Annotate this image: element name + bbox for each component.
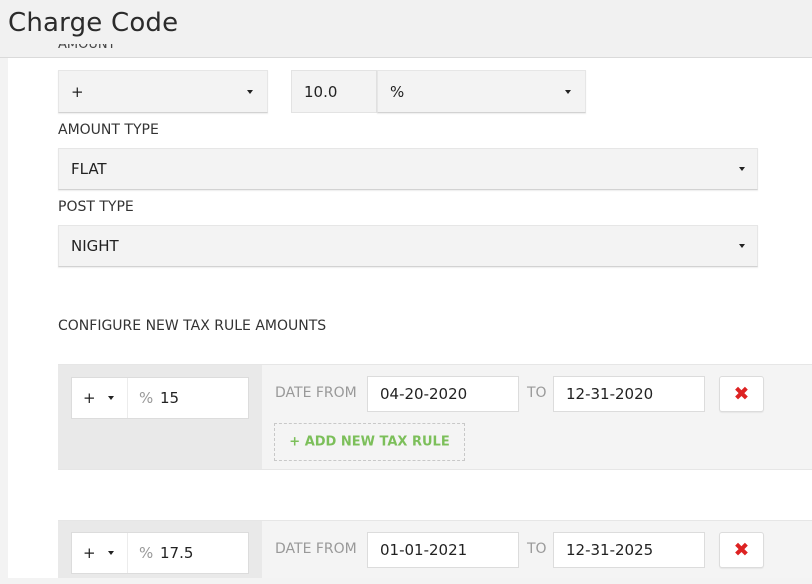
chevron-down-icon [739, 244, 745, 248]
delete-rule-button[interactable]: ✖ [719, 532, 764, 568]
post-type-label: POST TYPE [58, 199, 134, 215]
percent-symbol: % [139, 389, 154, 407]
date-to-input[interactable]: 12-31-2025 [553, 532, 705, 568]
date-from-input[interactable]: 04-20-2020 [367, 376, 519, 412]
tax-rule-row: + % 17.5 DATE FROM 01-01-2021 TO 12-31-2… [58, 520, 812, 584]
date-to-label: TO [527, 541, 547, 557]
bottom-strip [0, 578, 812, 584]
amount-unit-select[interactable]: % [377, 70, 586, 113]
date-from-input[interactable]: 01-01-2021 [367, 532, 519, 568]
tax-rule-operator-select[interactable]: + [72, 378, 128, 418]
chevron-down-icon [108, 396, 114, 400]
chevron-down-icon [108, 551, 114, 555]
amount-label: AMOUNT [58, 44, 116, 52]
tax-rule-row: + % 15 DATE FROM 04-20-2020 TO 12-31-202… [58, 364, 812, 470]
close-icon: ✖ [733, 383, 750, 405]
chevron-down-icon [247, 89, 253, 94]
date-from-label: DATE FROM [275, 541, 357, 557]
add-tax-rule-button[interactable]: + ADD NEW TAX RULE [274, 423, 465, 461]
tax-rule-amount-input[interactable]: 17.5 [160, 544, 193, 562]
page-title: Charge Code [8, 8, 179, 38]
header-bar: Charge Code [0, 0, 812, 58]
date-to-label: TO [527, 385, 547, 401]
percent-symbol: % [139, 544, 154, 562]
delete-rule-button[interactable]: ✖ [719, 376, 764, 412]
amount-value-input[interactable]: 10.0 [291, 70, 377, 113]
tax-rule-amount-input[interactable]: 15 [160, 389, 179, 407]
amount-operator-select[interactable]: + [58, 70, 268, 113]
date-from-label: DATE FROM [275, 385, 357, 401]
date-to-input[interactable]: 12-31-2020 [553, 376, 705, 412]
amount-type-select[interactable]: FLAT [58, 148, 758, 190]
chevron-down-icon [739, 167, 745, 171]
close-icon: ✖ [733, 539, 750, 561]
left-gutter [0, 58, 8, 584]
tax-rule-amount-combo[interactable]: + % 15 [71, 377, 249, 419]
tax-rule-amount-combo[interactable]: + % 17.5 [71, 532, 249, 574]
post-type-select[interactable]: NIGHT [58, 225, 758, 267]
tax-rule-operator-select[interactable]: + [72, 533, 128, 573]
amount-type-label: AMOUNT TYPE [58, 122, 159, 138]
tax-rules-section-label: CONFIGURE NEW TAX RULE AMOUNTS [58, 318, 327, 334]
chevron-down-icon [565, 89, 571, 94]
